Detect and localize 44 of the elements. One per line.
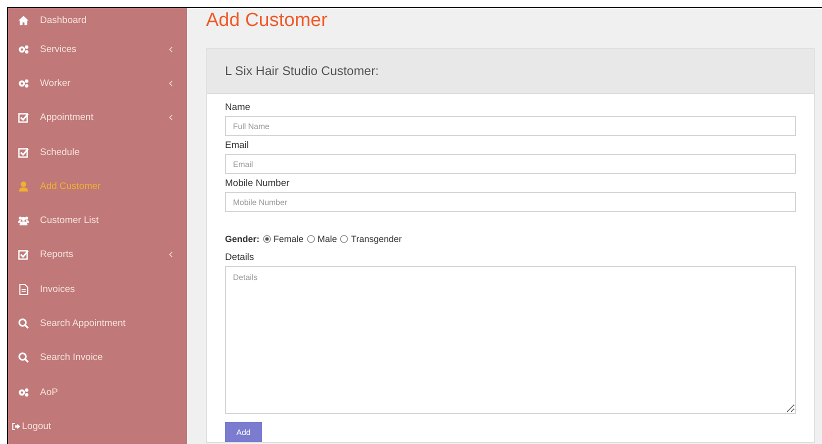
checkbox-icon (18, 146, 29, 158)
field-label: Name (225, 102, 252, 113)
sidebar-item[interactable]: Appointment (8, 100, 187, 135)
card-title: L Six Hair Studio Customer: (225, 64, 379, 78)
sidebar-item[interactable]: Schedule (8, 134, 187, 170)
users-icon (18, 215, 29, 226)
radio-label: Transgender (351, 234, 402, 244)
sidebar-item[interactable]: Invoices (8, 272, 187, 306)
input-field[interactable]: Mobile Number (225, 192, 796, 212)
sidebar-item[interactable]: Worker (8, 66, 187, 101)
checkbox-icon (18, 249, 29, 260)
details-field[interactable]: Details (225, 266, 796, 414)
gears-icon (18, 78, 29, 89)
gender-label: Gender: (225, 234, 260, 244)
sidebar-item[interactable]: Search Invoice (8, 340, 187, 375)
sidebar-item[interactable]: Dashboard (8, 8, 187, 32)
input-field[interactable]: Full Name (225, 116, 796, 136)
add-button[interactable]: Add (225, 422, 262, 442)
radio-button[interactable] (306, 235, 315, 243)
sidebar-item[interactable]: Search Appointment (8, 306, 187, 341)
radio-button[interactable] (340, 235, 348, 243)
field-label: Mobile Number (225, 178, 290, 189)
gears-icon (18, 44, 29, 55)
input-field[interactable]: Email (225, 154, 796, 174)
sidebar-item[interactable]: Customer List (8, 203, 187, 238)
radio-button[interactable] (262, 235, 271, 243)
search-icon (18, 352, 29, 364)
sidebar-item[interactable]: Logout (8, 409, 187, 444)
user-icon (18, 180, 29, 192)
search-icon (18, 318, 29, 330)
checkbox-icon (18, 112, 29, 124)
gears-icon (18, 386, 29, 398)
sidebar-item[interactable]: Add Customer (8, 169, 187, 204)
sidebar-item[interactable]: Services (8, 32, 187, 66)
document-icon (18, 284, 29, 295)
page-title: Add Customer (206, 10, 328, 32)
field-label: Details (225, 252, 256, 263)
radio-label: Female (274, 234, 304, 244)
field-label: Email (225, 140, 250, 151)
logout-icon (12, 422, 21, 431)
radio-label: Male (318, 234, 338, 244)
sidebar-item[interactable]: Reports (8, 238, 187, 272)
sidebar-item[interactable]: AoP (8, 374, 187, 410)
home-icon (18, 14, 29, 26)
